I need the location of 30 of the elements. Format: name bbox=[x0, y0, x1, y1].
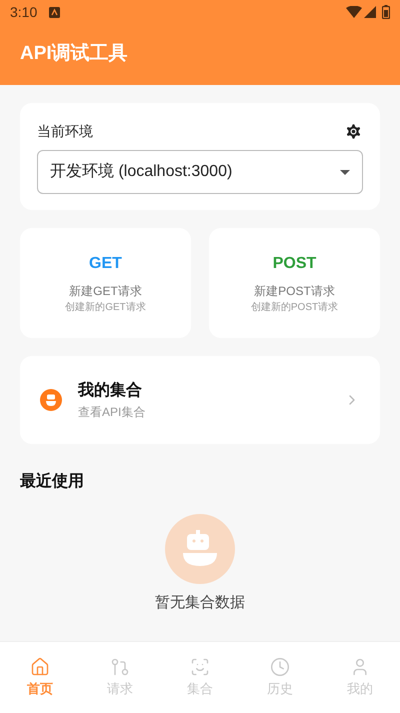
card-subtitle: 创建新的POST请求 bbox=[250, 300, 338, 314]
dropdown-caret-icon bbox=[340, 170, 350, 174]
nav-tab[interactable]: 首页 bbox=[0, 642, 80, 713]
environment-dropdown[interactable]: 开发环境 (localhost:3000) bbox=[37, 150, 363, 194]
robot-icon bbox=[40, 389, 62, 411]
app-title: API调试工具 bbox=[20, 42, 128, 66]
method-label: POST bbox=[272, 254, 316, 274]
empty-robot-icon bbox=[165, 514, 235, 584]
status-time: 3:10 bbox=[10, 2, 38, 22]
nav-icon bbox=[190, 656, 210, 677]
settings-icon[interactable] bbox=[344, 122, 363, 141]
card-subtitle: 创建新的GET请求 bbox=[65, 300, 146, 314]
card-title: 新建GET请求 bbox=[69, 282, 142, 300]
card-title: 新建POST请求 bbox=[254, 282, 335, 300]
battery-icon bbox=[382, 5, 390, 19]
nav-icon bbox=[110, 656, 130, 677]
notification-icon bbox=[49, 6, 60, 18]
signal-icon bbox=[364, 6, 376, 18]
new-request-card[interactable]: POST 新建POST请求 创建新的POST请求 bbox=[209, 228, 380, 338]
collections-card[interactable]: 我的集合 查看API集合 bbox=[20, 356, 380, 444]
section-heading: 最近使用 bbox=[20, 471, 84, 492]
empty-state-text: 暂无集合数据 bbox=[155, 593, 245, 613]
environment-label: 当前环境 bbox=[37, 122, 93, 141]
new-request-card[interactable]: GET 新建GET请求 创建新的GET请求 bbox=[20, 228, 191, 338]
nav-icon bbox=[270, 656, 290, 677]
wifi-icon bbox=[346, 6, 362, 18]
nav-icon bbox=[30, 656, 50, 677]
collections-title: 我的集合 bbox=[78, 380, 142, 401]
method-label: GET bbox=[89, 254, 122, 274]
collections-subtitle: 查看API集合 bbox=[78, 404, 146, 421]
